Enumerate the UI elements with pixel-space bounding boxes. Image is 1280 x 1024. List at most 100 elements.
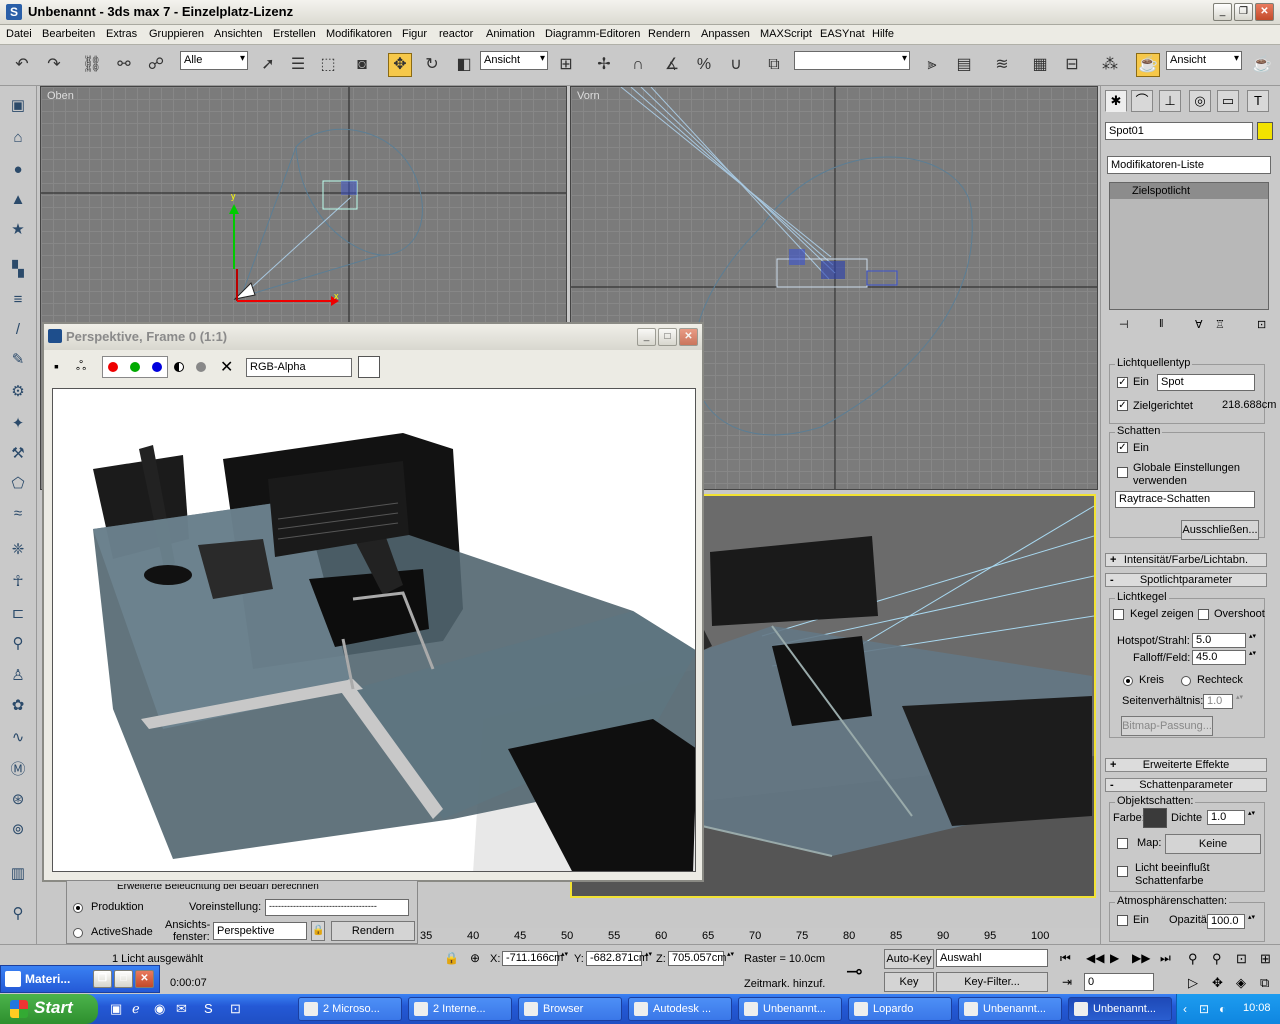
minimize-button[interactable]: _: [1213, 3, 1232, 21]
add-time-tag[interactable]: Zeitmark. hinzuf.: [744, 978, 825, 990]
menu-diagramm-editoren[interactable]: Diagramm-Editoren: [545, 28, 640, 40]
auto-key-button[interactable]: Auto-Key: [884, 949, 934, 969]
tray-chevron-icon[interactable]: ‹: [1183, 1002, 1187, 1016]
pan-icon[interactable]: ✥: [1212, 975, 1223, 991]
rendered-frame-close-button[interactable]: ✕: [679, 328, 698, 346]
undo-icon[interactable]: ↶: [10, 53, 34, 77]
curve-editor-icon[interactable]: ▦: [1028, 53, 1052, 77]
menu-rendern[interactable]: Rendern: [648, 28, 690, 40]
menu-bearbeiten[interactable]: Bearbeiten: [42, 28, 95, 40]
menu-extras[interactable]: Extras: [106, 28, 137, 40]
light-icon[interactable]: ✦: [6, 412, 30, 436]
zoom-extents-all-icon[interactable]: ⊞: [1260, 951, 1271, 967]
go-to-end-icon[interactable]: ⏭: [1160, 951, 1171, 966]
taskbar-item-unbenannt-3[interactable]: Unbenannt...: [1068, 997, 1172, 1021]
quicklaunch-outlook-icon[interactable]: ✉: [176, 1001, 187, 1017]
dynamics-icon[interactable]: ⚲: [6, 632, 30, 656]
hotspot-spinner[interactable]: 5.0: [1192, 633, 1257, 648]
light-type-dropdown[interactable]: Spot: [1157, 374, 1255, 391]
quicklaunch-ie-icon[interactable]: ℯ: [132, 1001, 140, 1017]
maximize-viewport-icon[interactable]: ⧉: [1260, 975, 1269, 991]
bend-icon[interactable]: ⊏: [6, 602, 30, 626]
quicklaunch-desktop-icon[interactable]: ▣: [110, 1001, 122, 1017]
global-settings-checkbox[interactable]: [1117, 467, 1128, 478]
rendered-frame-minimize-button[interactable]: _: [637, 328, 656, 346]
menu-animation[interactable]: Animation: [486, 28, 535, 40]
mirror-icon[interactable]: ⫸: [920, 53, 944, 77]
next-frame-icon[interactable]: ▶▶: [1132, 951, 1150, 965]
menu-gruppieren[interactable]: Gruppieren: [149, 28, 204, 40]
make-unique-icon[interactable]: ∀: [1195, 318, 1203, 331]
overshoot-checkbox[interactable]: [1198, 609, 1209, 620]
shadow-map-checkbox[interactable]: [1117, 838, 1128, 849]
z-coordinate-field[interactable]: 705.057cm: [668, 951, 735, 966]
key-mode-dropdown[interactable]: Auswahl: [936, 949, 1048, 967]
select-by-name-icon[interactable]: ☰: [286, 53, 310, 77]
shadow-color-swatch[interactable]: [1143, 808, 1167, 828]
falloff-spinner[interactable]: 45.0: [1192, 650, 1257, 665]
menu-modifikatoren[interactable]: Modifikatoren: [326, 28, 392, 40]
configure-sets-icon[interactable]: ⊡: [1257, 318, 1266, 331]
gear-icon[interactable]: ⚙: [6, 380, 30, 404]
quicklaunch-max-icon[interactable]: S: [204, 1001, 213, 1016]
play-icon[interactable]: ▶: [1110, 951, 1119, 965]
scale-icon[interactable]: ◧: [452, 53, 476, 77]
spring-icon[interactable]: ∿: [6, 726, 30, 750]
render-button[interactable]: Rendern: [331, 921, 415, 941]
particles-icon[interactable]: ❈: [6, 538, 30, 562]
create-patch-icon[interactable]: ▚: [6, 258, 30, 282]
clone-frame-icon[interactable]: ஃ: [76, 358, 96, 378]
create-star-icon[interactable]: ★: [6, 218, 30, 242]
current-frame-field[interactable]: 0: [1084, 973, 1154, 991]
light-on-checkbox[interactable]: ✓: [1117, 377, 1128, 388]
shadow-type-dropdown[interactable]: Raytrace-Schatten: [1115, 491, 1255, 508]
taskbar-item-internet[interactable]: 2 Interne...: [408, 997, 512, 1021]
character-icon[interactable]: ♙: [6, 664, 30, 688]
bitmap-fit-button[interactable]: Bitmap-Passung...: [1121, 716, 1213, 736]
menu-easynat[interactable]: EASYnat: [820, 28, 865, 40]
link-icon[interactable]: ⛓: [80, 53, 104, 77]
align-icon[interactable]: ▤: [952, 53, 976, 77]
create-tab-icon[interactable]: ✱: [1105, 90, 1127, 112]
light-affects-checkbox[interactable]: [1117, 866, 1128, 877]
key-mode-toggle-icon[interactable]: ⇥: [1062, 975, 1072, 989]
tray-app-icon[interactable]: ⊡: [1199, 1002, 1209, 1016]
production-radio[interactable]: [73, 903, 83, 913]
x-coordinate-field[interactable]: -711.166cm: [502, 951, 569, 966]
mesh-icon[interactable]: ⊚: [6, 818, 30, 842]
menu-maxscript[interactable]: MAXScript: [760, 28, 812, 40]
render-scene-icon[interactable]: ☕: [1136, 53, 1160, 77]
selection-filter-dropdown[interactable]: Alle: [180, 51, 248, 70]
material-maximize-button[interactable]: □: [114, 970, 133, 988]
material-editor-minimized[interactable]: Materi... ❐ □ ✕: [0, 965, 160, 993]
show-cone-checkbox[interactable]: [1113, 609, 1124, 620]
absolute-mode-icon[interactable]: ⊕: [470, 951, 480, 965]
object-name-field[interactable]: Spot01: [1105, 122, 1253, 140]
zoom-icon[interactable]: ⚲: [6, 902, 30, 926]
crowd-icon[interactable]: ⊛: [6, 788, 30, 812]
stack-item-zielspotlicht[interactable]: Zielspotlicht: [1110, 183, 1268, 199]
quick-render-icon[interactable]: ☕: [1250, 53, 1274, 77]
go-to-start-icon[interactable]: ⏮: [1060, 951, 1071, 966]
menu-hilfe[interactable]: Hilfe: [872, 28, 894, 40]
close-button[interactable]: ✕: [1255, 3, 1274, 21]
create-stack-icon[interactable]: ≡: [6, 288, 30, 312]
y-coordinate-field[interactable]: -682.871cm: [586, 951, 653, 966]
fold-icon[interactable]: ⬠: [6, 472, 30, 496]
spinner-snap-icon[interactable]: ∪: [724, 53, 748, 77]
object-color-swatch[interactable]: [1257, 122, 1273, 140]
activeshade-radio[interactable]: [73, 928, 83, 938]
atmos-on-checkbox[interactable]: [1117, 915, 1128, 926]
pivot-center-icon[interactable]: ⊞: [554, 53, 578, 77]
blue-channel-icon[interactable]: [152, 362, 162, 372]
percent-snap-icon[interactable]: %: [692, 53, 716, 77]
create-box-icon[interactable]: ▣: [6, 94, 30, 118]
taskbar-item-lopardo[interactable]: Lopardo: [848, 997, 952, 1021]
material-close-button[interactable]: ✕: [135, 970, 154, 988]
rollout-spot-params[interactable]: - Spotlichtparameter: [1105, 573, 1267, 587]
reference-coordinate-dropdown[interactable]: Ansicht: [480, 51, 548, 70]
quicklaunch-media-icon[interactable]: ◉: [154, 1001, 165, 1017]
menu-reactor[interactable]: reactor: [439, 28, 473, 40]
create-cone-icon[interactable]: ▲: [6, 188, 30, 212]
menu-figur[interactable]: Figur: [402, 28, 427, 40]
